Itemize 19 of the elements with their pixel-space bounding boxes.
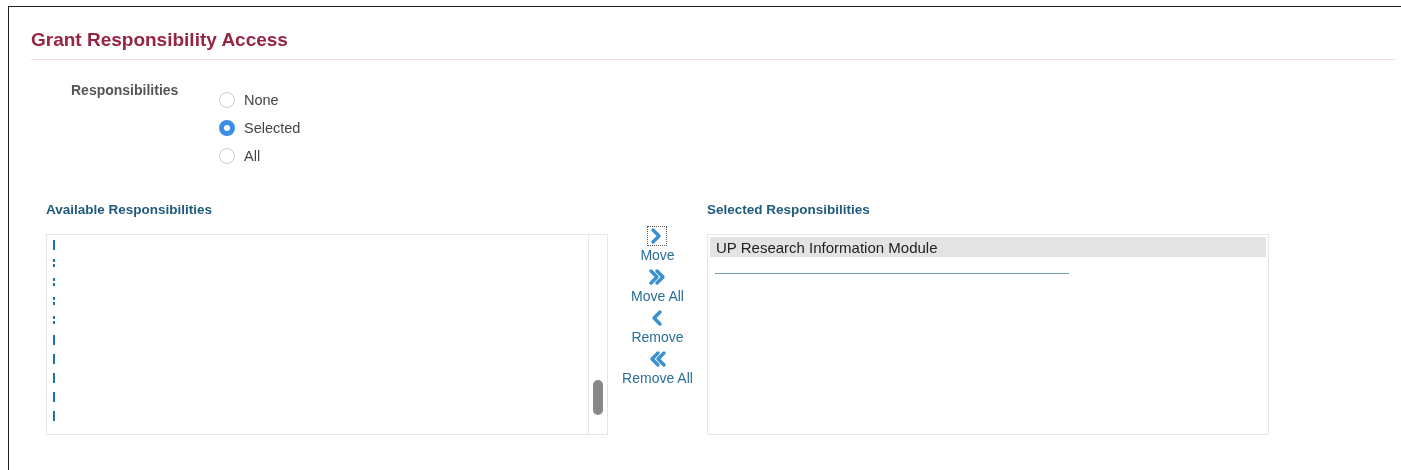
shuttle-button[interactable]: Remove [631, 308, 684, 345]
radio-option[interactable]: All [219, 146, 301, 166]
field-label: Responsibilities [71, 81, 180, 100]
radio-option[interactable]: None [219, 90, 301, 110]
list-heading: Selected Responsibilities [707, 202, 871, 219]
selected-list[interactable]: UP Research Information Module [707, 234, 1269, 435]
shuttle-button[interactable]: Move [640, 226, 675, 263]
radio-button[interactable] [219, 148, 235, 164]
page-title: Grant Responsibility Access [31, 29, 289, 51]
radio-button[interactable] [219, 120, 235, 136]
chevron-left-double-icon [648, 350, 667, 368]
shuttle-button[interactable]: Remove All [622, 349, 693, 386]
scrollbar-thumb[interactable] [593, 380, 603, 415]
chevron-right-double-icon [648, 268, 667, 286]
list-heading: Available Responsibilities [46, 202, 214, 219]
list-option[interactable]: UP Research Information Module [710, 237, 1266, 257]
radio-option[interactable]: Selected [219, 118, 301, 138]
shuttle-button[interactable]: Move All [631, 267, 684, 304]
radio-button[interactable] [219, 92, 235, 108]
